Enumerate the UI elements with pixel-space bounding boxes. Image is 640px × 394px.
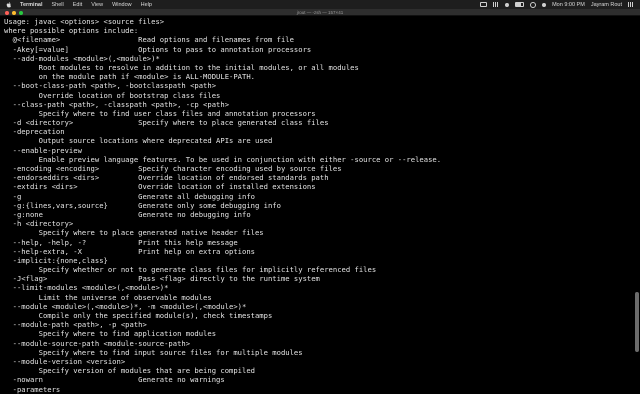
user-name[interactable]: Jayram Rout [591, 2, 622, 8]
terminal-line: --help, -help, -? Print this help messag… [4, 237, 238, 247]
terminal-line: Specify where to find input source files… [4, 347, 303, 357]
terminal-line: Specify version of modules that are bein… [4, 366, 255, 376]
terminal-line: Output source locations where deprecated… [4, 136, 273, 146]
menu-shell[interactable]: Shell [52, 2, 64, 8]
status-area: Mon 9:00 PM Jayram Rout [480, 1, 634, 8]
terminal-line: Specify where to place generated native … [4, 228, 264, 238]
terminal-line: -extdirs <dirs> Override location of ins… [4, 182, 316, 192]
terminal-line: -encoding <encoding> Specify character e… [4, 164, 342, 173]
terminal-line: -parameters [4, 384, 61, 394]
terminal-line: -g:{lines,vars,source} Generate only som… [4, 200, 281, 210]
terminal-line: Override location of bootstrap class fil… [4, 90, 221, 100]
terminal-line: --add-modules <module>(,<module>)* [4, 53, 160, 63]
battery-icon[interactable] [515, 2, 525, 7]
audio-icon[interactable] [493, 2, 500, 7]
zoom-window-icon[interactable] [19, 10, 23, 15]
terminal-line: -Akey[=value] Options to pass to annotat… [4, 44, 312, 54]
notification-center-icon[interactable] [628, 2, 634, 7]
menu-app-terminal[interactable]: Terminal [20, 2, 43, 8]
terminal-line: -implicit:{none,class} [4, 255, 108, 265]
terminal-scrollbar[interactable] [634, 17, 639, 360]
terminal-line: --class-path <path>, -classpath <path>, … [4, 99, 230, 109]
terminal-line: -h <directory> [4, 219, 74, 229]
scrollbar-thumb[interactable] [635, 292, 639, 352]
spotlight-search-icon[interactable] [530, 1, 537, 8]
terminal-line: where possible options include: [4, 26, 139, 36]
terminal-line: Compile only the specified module(s), ch… [4, 311, 273, 320]
terminal-line: -endorseddirs <dirs> Override location o… [4, 173, 329, 183]
window-controls [5, 10, 23, 15]
clock[interactable]: Mon 9:00 PM [552, 2, 585, 8]
terminal-line: -g Generate all debugging info [4, 191, 255, 201]
control-center-icon[interactable] [542, 2, 547, 7]
terminal-line: Enable preview language features. To be … [4, 154, 442, 164]
terminal-line: --module-version <version> [4, 356, 126, 366]
terminal-line: Specify whether or not to generate class… [4, 265, 377, 275]
terminal-line: -g:none Generate no debugging info [4, 209, 251, 219]
minimize-window-icon[interactable] [12, 10, 16, 15]
terminal-line: -nowarn Generate no warnings [4, 375, 225, 385]
terminal-line: --help-extra, -X Print help on extra opt… [4, 246, 255, 256]
terminal-line: --module <module>(,<module>)*, -m <modul… [4, 301, 247, 311]
menu-window[interactable]: Window [112, 2, 132, 8]
terminal-line: --enable-preview [4, 145, 82, 155]
terminal-line: -J<flag> Pass <flag> directly to the run… [4, 274, 320, 284]
terminal-line: --module-path <path>, -p <path> [4, 320, 147, 330]
menu-bar: Terminal Shell Edit View Window Help Mon… [0, 0, 640, 9]
wifi-icon[interactable] [505, 2, 510, 7]
window-title: jrout — -zsh — 157×41 [296, 9, 344, 15]
terminal-line: Specify where to find application module… [4, 329, 217, 339]
close-window-icon[interactable] [5, 10, 9, 15]
terminal-line: --boot-class-path <path>, -bootclasspath… [4, 81, 217, 91]
terminal-line: on the module path if <module> is ALL-MO… [4, 72, 255, 82]
terminal-line: -d <directory> Specify where to place ge… [4, 118, 329, 128]
terminal-line: Usage: javac <options> <source files> [4, 17, 165, 26]
screen-mirroring-icon[interactable] [480, 2, 488, 7]
terminal-line: --limit-modules <module>(,<module>)* [4, 283, 169, 293]
menu-edit[interactable]: Edit [73, 2, 82, 8]
menu-help[interactable]: Help [141, 2, 152, 8]
terminal-line: -deprecation [4, 127, 65, 137]
terminal-line: Specify where to find user class files a… [4, 108, 316, 118]
terminal-output[interactable]: Usage: javac <options> <source files> whe… [0, 17, 632, 394]
menu-view[interactable]: View [91, 2, 103, 8]
window-titlebar[interactable]: jrout — -zsh — 157×41 [0, 9, 640, 16]
terminal-line: --module-source-path <module-source-path… [4, 338, 191, 348]
terminal-line: @<filename> Read options and filenames f… [4, 35, 294, 45]
apple-icon[interactable] [6, 1, 12, 8]
terminal-line: Limit the universe of observable modules [4, 292, 212, 302]
terminal-line: Root modules to resolve in addition to t… [4, 62, 359, 72]
